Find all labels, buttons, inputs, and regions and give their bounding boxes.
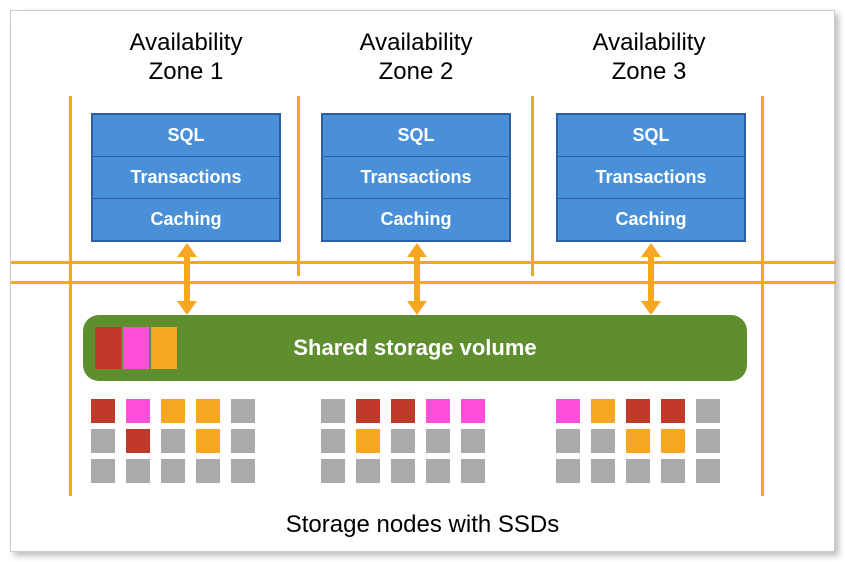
- storage-node-row: [321, 429, 485, 453]
- storage-block-red: [91, 399, 115, 423]
- storage-block-yellow: [661, 429, 685, 453]
- storage-block-yellow: [161, 399, 185, 423]
- grid-vline: [297, 96, 300, 276]
- storage-block-gray: [161, 429, 185, 453]
- block-yellow: [151, 327, 177, 369]
- layer-transactions: Transactions: [323, 157, 509, 199]
- storage-block-red: [661, 399, 685, 423]
- storage-block-gray: [321, 429, 345, 453]
- storage-node-row: [91, 459, 255, 483]
- storage-block-gray: [591, 429, 615, 453]
- layer-caching: Caching: [558, 199, 744, 240]
- layer-caching: Caching: [323, 199, 509, 240]
- storage-block-pink: [461, 399, 485, 423]
- storage-block-gray: [126, 459, 150, 483]
- bidirectional-arrow-icon: [407, 243, 427, 315]
- storage-node-row: [91, 399, 255, 423]
- layer-transactions: Transactions: [93, 157, 279, 199]
- storage-block-gray: [426, 429, 450, 453]
- az-title-3: AvailabilityZone 3: [539, 29, 759, 87]
- storage-block-yellow: [196, 429, 220, 453]
- storage-node-row: [321, 399, 485, 423]
- bidirectional-arrow-icon: [177, 243, 197, 315]
- shared-storage-volume: Shared storage volume: [83, 315, 747, 381]
- storage-block-gray: [231, 459, 255, 483]
- storage-block-pink: [556, 399, 580, 423]
- layer-transactions: Transactions: [558, 157, 744, 199]
- compute-stack-az3: SQL Transactions Caching: [556, 113, 746, 242]
- storage-block-yellow: [626, 429, 650, 453]
- storage-node-row: [556, 429, 720, 453]
- architecture-diagram: AvailabilityZone 1 AvailabilityZone 2 Av…: [10, 10, 835, 552]
- storage-block-gray: [661, 459, 685, 483]
- compute-stack-az1: SQL Transactions Caching: [91, 113, 281, 242]
- storage-block-gray: [391, 459, 415, 483]
- layer-sql: SQL: [323, 115, 509, 157]
- storage-block-pink: [126, 399, 150, 423]
- storage-block-gray: [626, 459, 650, 483]
- storage-node-group-az3: [556, 399, 720, 483]
- storage-block-gray: [91, 459, 115, 483]
- storage-block-gray: [91, 429, 115, 453]
- compute-stack-az2: SQL Transactions Caching: [321, 113, 511, 242]
- storage-node-row: [556, 459, 720, 483]
- storage-block-red: [391, 399, 415, 423]
- storage-block-gray: [696, 459, 720, 483]
- storage-node-row: [556, 399, 720, 423]
- storage-block-pink: [426, 399, 450, 423]
- storage-block-gray: [591, 459, 615, 483]
- block-red: [95, 327, 121, 369]
- storage-block-gray: [461, 429, 485, 453]
- footer-label: Storage nodes with SSDs: [11, 511, 834, 539]
- az-title-2: AvailabilityZone 2: [306, 29, 526, 87]
- storage-header-blocks: [95, 327, 177, 369]
- storage-block-gray: [231, 429, 255, 453]
- storage-node-group-az1: [91, 399, 255, 483]
- block-pink: [123, 327, 149, 369]
- storage-block-gray: [196, 459, 220, 483]
- layer-sql: SQL: [558, 115, 744, 157]
- storage-block-red: [126, 429, 150, 453]
- storage-block-red: [626, 399, 650, 423]
- grid-vline: [69, 96, 72, 496]
- grid-vline: [761, 96, 764, 496]
- storage-block-gray: [321, 399, 345, 423]
- storage-block-gray: [321, 459, 345, 483]
- storage-node-group-az2: [321, 399, 485, 483]
- storage-block-gray: [231, 399, 255, 423]
- storage-block-gray: [356, 459, 380, 483]
- storage-block-gray: [556, 429, 580, 453]
- az-title-1: AvailabilityZone 1: [76, 29, 296, 87]
- storage-node-row: [91, 429, 255, 453]
- shared-storage-label: Shared storage volume: [293, 335, 536, 361]
- storage-block-gray: [556, 459, 580, 483]
- layer-sql: SQL: [93, 115, 279, 157]
- storage-block-yellow: [591, 399, 615, 423]
- storage-block-gray: [696, 399, 720, 423]
- storage-block-yellow: [196, 399, 220, 423]
- storage-block-gray: [426, 459, 450, 483]
- storage-block-gray: [161, 459, 185, 483]
- bidirectional-arrow-icon: [641, 243, 661, 315]
- storage-block-gray: [391, 429, 415, 453]
- storage-block-yellow: [356, 429, 380, 453]
- storage-node-row: [321, 459, 485, 483]
- storage-block-gray: [696, 429, 720, 453]
- layer-caching: Caching: [93, 199, 279, 240]
- storage-block-gray: [461, 459, 485, 483]
- storage-block-red: [356, 399, 380, 423]
- grid-vline: [531, 96, 534, 276]
